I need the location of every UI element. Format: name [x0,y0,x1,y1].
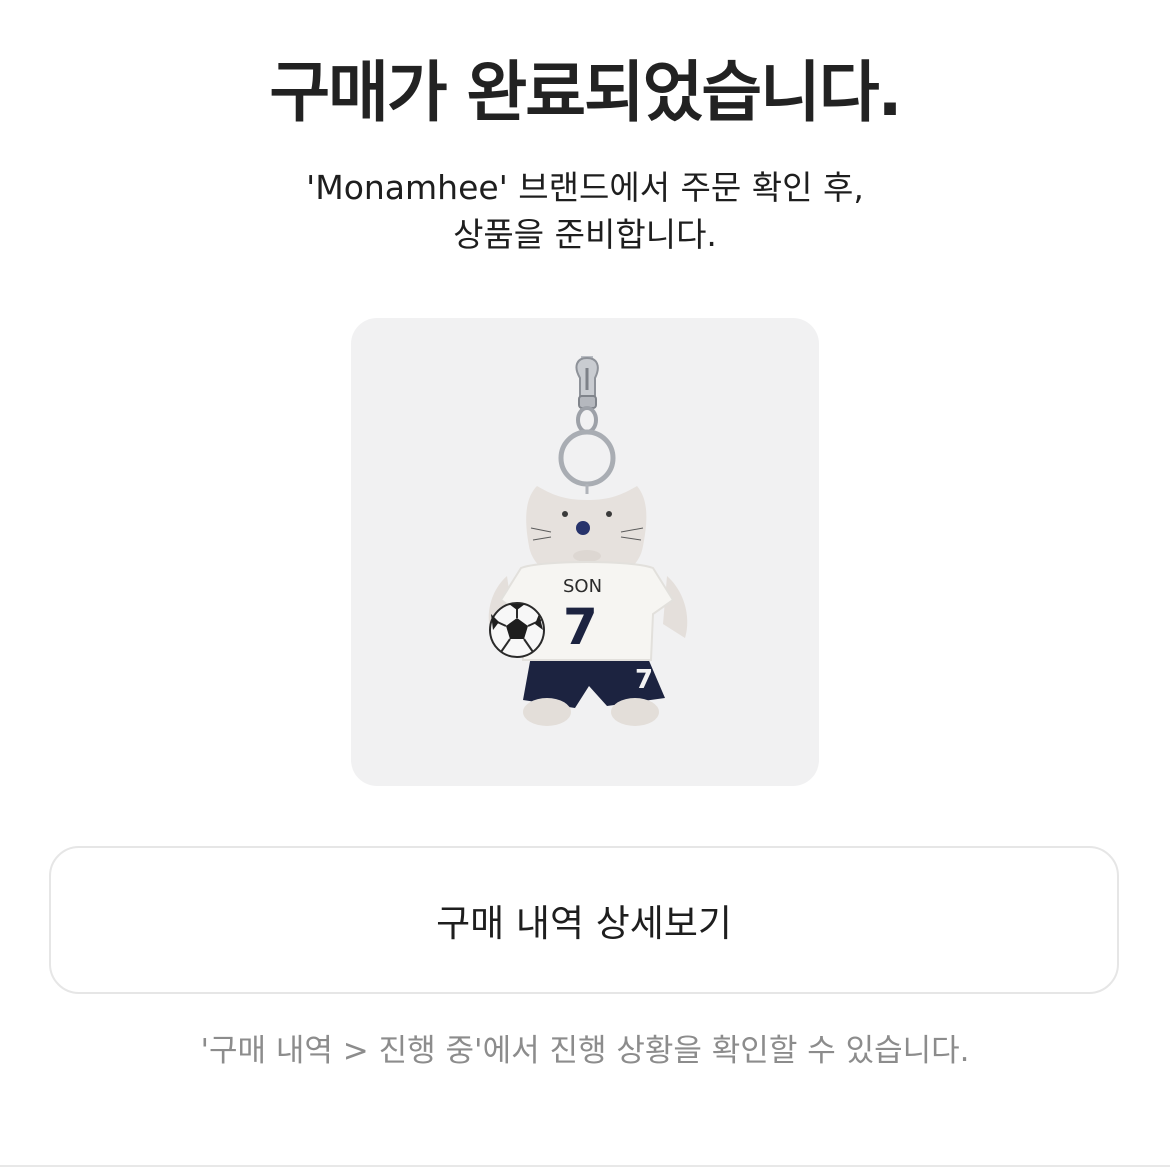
keychain-clasp [558,356,616,494]
purchase-complete-page: 구매가 완료되었습니다. 'Monamhee' 브랜드에서 주문 확인 후, 상… [0,0,1170,1170]
plush-right-arm [663,576,688,638]
product-image-card: 7 SON 7 [351,318,819,786]
purchase-detail-button[interactable]: 구매 내역 상세보기 [49,846,1119,994]
shorts-number: 7 [635,665,653,695]
plush-keychain-image: 7 SON 7 [488,356,688,726]
bottom-divider [0,1165,1170,1167]
order-message-line-2: 상품을 준비합니다. [453,215,717,254]
order-message-line-1: 'Monamhee' 브랜드에서 주문 확인 후, [306,168,864,207]
progress-hint-text: '구매 내역 > 진행 중'에서 진행 상황을 확인할 수 있습니다. [200,1033,970,1069]
shirt-number: 7 [563,598,598,656]
shirt-name: SON [563,576,602,597]
page-title: 구매가 완료되었습니다. [269,54,902,131]
soccer-ball-icon [489,602,545,658]
order-message: 'Monamhee' 브랜드에서 주문 확인 후, 상품을 준비합니다. [0,164,1170,258]
plush-feet [523,698,659,726]
